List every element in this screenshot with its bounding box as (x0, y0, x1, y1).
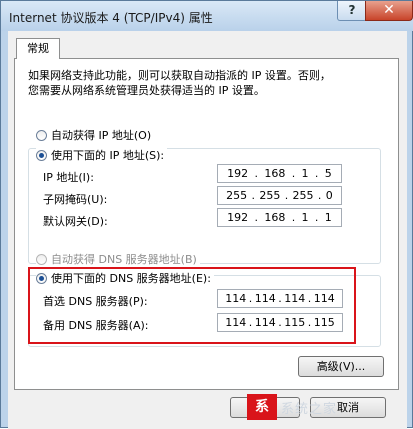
description-text: 如果网络支持此功能，则可以获取自动指派的 IP 设置。否则， 您需要从网络系统管… (28, 68, 378, 98)
octet-2: 255 (259, 189, 281, 202)
close-button[interactable]: ✕ (365, 1, 413, 21)
default-gateway-label: 默认网关(D): (43, 215, 108, 228)
subnet-mask-label: 子网掩码(U): (43, 193, 108, 206)
octet-4: 5 (324, 167, 332, 180)
octet-4: 1 (324, 211, 332, 224)
octet-1: 255 (226, 189, 248, 202)
octet-3: 255 (292, 189, 314, 202)
dialog-window: Internet 协议版本 4 (TCP/IPv4) 属性 ? ✕ 常规 如果网… (0, 0, 413, 429)
advanced-button[interactable]: 高级(V)... (298, 356, 384, 377)
dns-highlight-box (28, 267, 356, 344)
radio-manual-ip[interactable]: 使用下面的 IP 地址(S): (36, 147, 168, 163)
watermark: 系 系统之家 (247, 391, 407, 423)
radio-auto-ip-label: 自动获得 IP 地址(O) (51, 129, 152, 142)
radio-icon (36, 129, 47, 141)
octet-4: 0 (325, 189, 333, 202)
octet-3: 1 (301, 211, 309, 224)
octet-2: 168 (264, 211, 286, 224)
client-area: 常规 如果网络支持此功能，则可以获取自动指派的 IP 设置。否则， 您需要从网络… (8, 31, 407, 429)
ip-address-field[interactable]: 192. 168. 1. 5 (217, 164, 342, 183)
radio-manual-ip-label: 使用下面的 IP 地址(S): (51, 149, 165, 162)
octet-1: 192 (227, 167, 249, 180)
radio-auto-dns[interactable]: 自动获得 DNS 服务器地址(B) (36, 251, 200, 267)
octet-3: 1 (301, 167, 309, 180)
description-line-2: 您需要从网络系统管理员处获得适当的 IP 设置。 (28, 84, 265, 97)
watermark-text: 系统之家 (281, 401, 338, 417)
help-button[interactable]: ? (337, 1, 367, 21)
default-gateway-field[interactable]: 192. 168. 1. 1 (217, 208, 342, 227)
tab-general[interactable]: 常规 (16, 38, 60, 59)
ip-address-label: IP 地址(I): (43, 171, 94, 184)
radio-icon (36, 253, 47, 265)
subnet-mask-field[interactable]: 255. 255. 255. 0 (217, 186, 342, 205)
title-bar[interactable]: Internet 协议版本 4 (TCP/IPv4) 属性 ? ✕ (1, 1, 413, 31)
octet-1: 192 (227, 211, 249, 224)
radio-auto-dns-label: 自动获得 DNS 服务器地址(B) (51, 253, 197, 266)
radio-auto-ip[interactable]: 自动获得 IP 地址(O) (36, 127, 155, 143)
octet-2: 168 (264, 167, 286, 180)
watermark-logo-icon: 系 (247, 394, 277, 420)
window-title: Internet 协议版本 4 (TCP/IPv4) 属性 (9, 11, 213, 25)
radio-selected-icon (36, 149, 47, 161)
description-line-1: 如果网络支持此功能，则可以获取自动指派的 IP 设置。否则， (28, 69, 331, 82)
